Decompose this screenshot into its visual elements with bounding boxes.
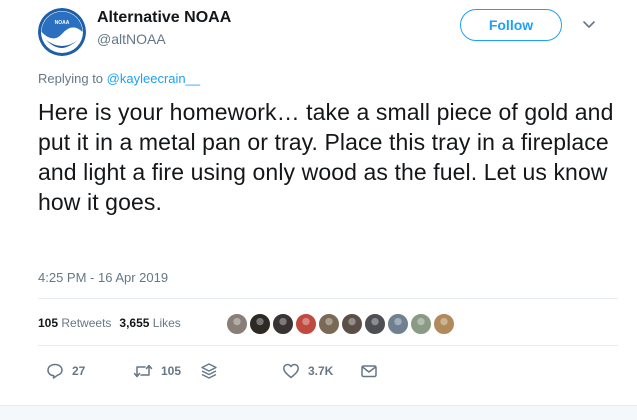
like-button[interactable]: 3.7K [282, 362, 333, 380]
stack-button[interactable] [200, 362, 218, 380]
liker-avatar[interactable] [318, 313, 340, 335]
replying-prefix: Replying to [38, 71, 104, 86]
heart-icon [283, 363, 299, 379]
retweet-count: 105 [161, 364, 182, 378]
envelope-icon [361, 365, 377, 378]
follow-button[interactable]: Follow [460, 9, 562, 41]
retweets-stat[interactable]: 105 Retweets [38, 316, 111, 330]
liker-avatar[interactable] [226, 313, 248, 335]
chevron-down-icon[interactable] [581, 16, 597, 32]
direct-message-button[interactable] [360, 362, 378, 380]
likes-label: Likes [152, 316, 181, 330]
tweet-card: NOAA Alternative NOAA @altNOAA Follow Re… [0, 0, 637, 405]
liker-avatar[interactable] [295, 313, 317, 335]
divider [38, 345, 618, 346]
retweets-label: Retweets [61, 316, 112, 330]
liker-avatar[interactable] [387, 313, 409, 335]
retweets-count: 105 [38, 316, 59, 330]
stack-icon [201, 363, 217, 379]
divider [38, 298, 618, 299]
tweet-text: Here is your homework… take a small piec… [38, 99, 614, 215]
svg-text:NOAA: NOAA [55, 20, 70, 26]
likes-stat[interactable]: 3,655 Likes [119, 316, 180, 330]
retweet-button[interactable]: 105 [133, 362, 181, 380]
retweet-icon [133, 364, 153, 378]
reply-mention-link[interactable]: @kayleecrain__ [107, 71, 200, 86]
liker-avatars [226, 313, 456, 335]
liker-avatar[interactable] [249, 313, 271, 335]
tweet-stats: 105 Retweets 3,655 Likes [38, 316, 181, 330]
likes-count: 3,655 [119, 316, 150, 330]
liker-avatar[interactable] [272, 313, 294, 335]
reply-count: 27 [72, 364, 86, 378]
like-count: 3.7K [308, 364, 334, 378]
author-handle[interactable]: @altNOAA [97, 31, 166, 47]
liker-avatar[interactable] [364, 313, 386, 335]
liker-avatar[interactable] [410, 313, 432, 335]
liker-avatar[interactable] [433, 313, 455, 335]
reply-button[interactable]: 27 [46, 362, 85, 380]
liker-avatar[interactable] [341, 313, 363, 335]
reply-area-strip [0, 405, 637, 420]
tweet-timestamp[interactable]: 4:25 PM - 16 Apr 2019 [38, 270, 168, 285]
noaa-logo-icon: NOAA [38, 8, 86, 56]
author-name[interactable]: Alternative NOAA [97, 9, 231, 27]
replying-to: Replying to @kayleecrain__ [38, 71, 200, 86]
avatar[interactable]: NOAA [38, 8, 86, 56]
reply-icon [47, 363, 63, 379]
